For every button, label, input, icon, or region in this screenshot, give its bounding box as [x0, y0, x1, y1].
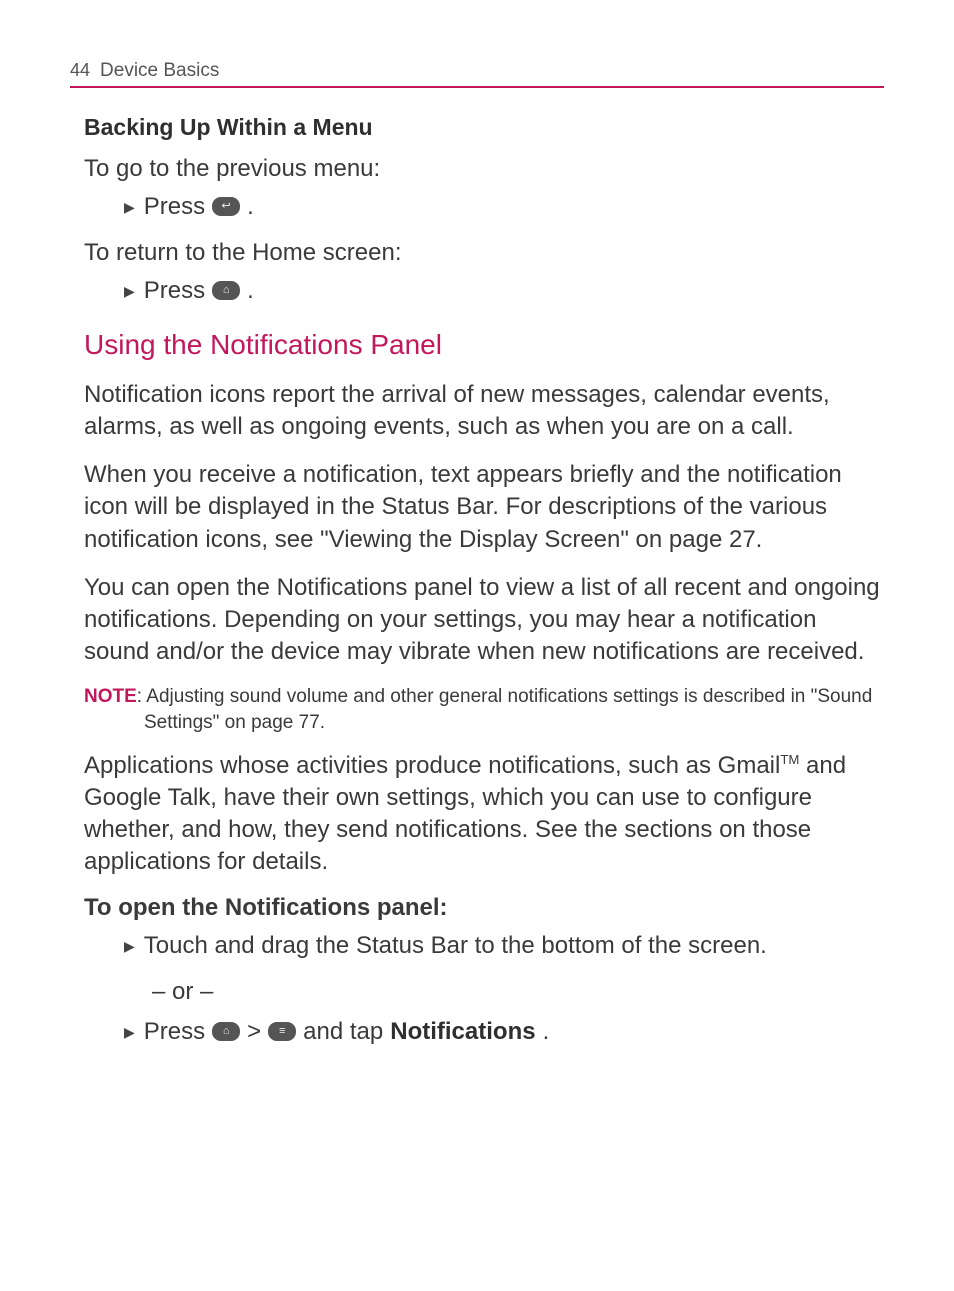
triangle-bullet-icon: ▶ — [124, 936, 135, 957]
notifications-bold: Notifications — [390, 1014, 535, 1050]
paragraph: Notification icons report the arrival of… — [84, 379, 884, 443]
bullet-press-home: ▶ Press . — [124, 273, 884, 309]
note-block: NOTE: Adjusting sound volume and other g… — [84, 684, 884, 735]
paragraph: Applications whose activities produce no… — [84, 750, 884, 879]
open-panel-title: To open the Notifications panel: — [84, 894, 884, 922]
period: . — [247, 273, 254, 309]
press-label: Press — [144, 273, 205, 309]
back-button-icon — [212, 197, 240, 216]
menu-button-icon — [268, 1022, 296, 1041]
mid-text: and tap — [303, 1014, 383, 1050]
trademark-superscript: TM — [780, 752, 799, 767]
paragraph: When you receive a notification, text ap… — [84, 459, 884, 555]
page-number: 44 — [70, 60, 90, 81]
triangle-bullet-icon: ▶ — [124, 281, 135, 302]
or-separator: – or – — [152, 978, 884, 1006]
bullet-drag-status-bar: ▶ Touch and drag the Status Bar to the b… — [124, 928, 884, 964]
home-button-icon — [212, 281, 240, 300]
triangle-bullet-icon: ▶ — [124, 1022, 135, 1043]
period: . — [543, 1014, 550, 1050]
press-label: Press — [144, 1014, 205, 1050]
triangle-bullet-icon: ▶ — [124, 197, 135, 218]
text-pre: Applications whose activities produce no… — [84, 752, 780, 779]
note-text: : Adjusting sound volume and other gener… — [137, 686, 873, 733]
page-header: 44 Device Basics — [70, 60, 884, 88]
bullet-text: Touch and drag the Status Bar to the bot… — [144, 928, 767, 964]
bullet-press-notifications: ▶ Press > and tap Notifications. — [124, 1014, 884, 1050]
manual-page: 44 Device Basics Backing Up Within a Men… — [0, 0, 954, 1124]
period: . — [247, 189, 254, 225]
note-label: NOTE — [84, 686, 137, 707]
page-content: Backing Up Within a Menu To go to the pr… — [70, 114, 884, 1050]
paragraph: You can open the Notifications panel to … — [84, 572, 884, 668]
section-heading: Using the Notifications Panel — [84, 329, 884, 361]
home-button-icon — [212, 1022, 240, 1041]
instruction-prev-menu: To go to the previous menu: — [84, 155, 884, 183]
section-title: Device Basics — [100, 60, 219, 82]
subsection-title: Backing Up Within a Menu — [84, 114, 884, 141]
separator: > — [247, 1014, 261, 1050]
press-label: Press — [144, 189, 205, 225]
instruction-home-screen: To return to the Home screen: — [84, 239, 884, 267]
bullet-press-back: ▶ Press . — [124, 189, 884, 225]
